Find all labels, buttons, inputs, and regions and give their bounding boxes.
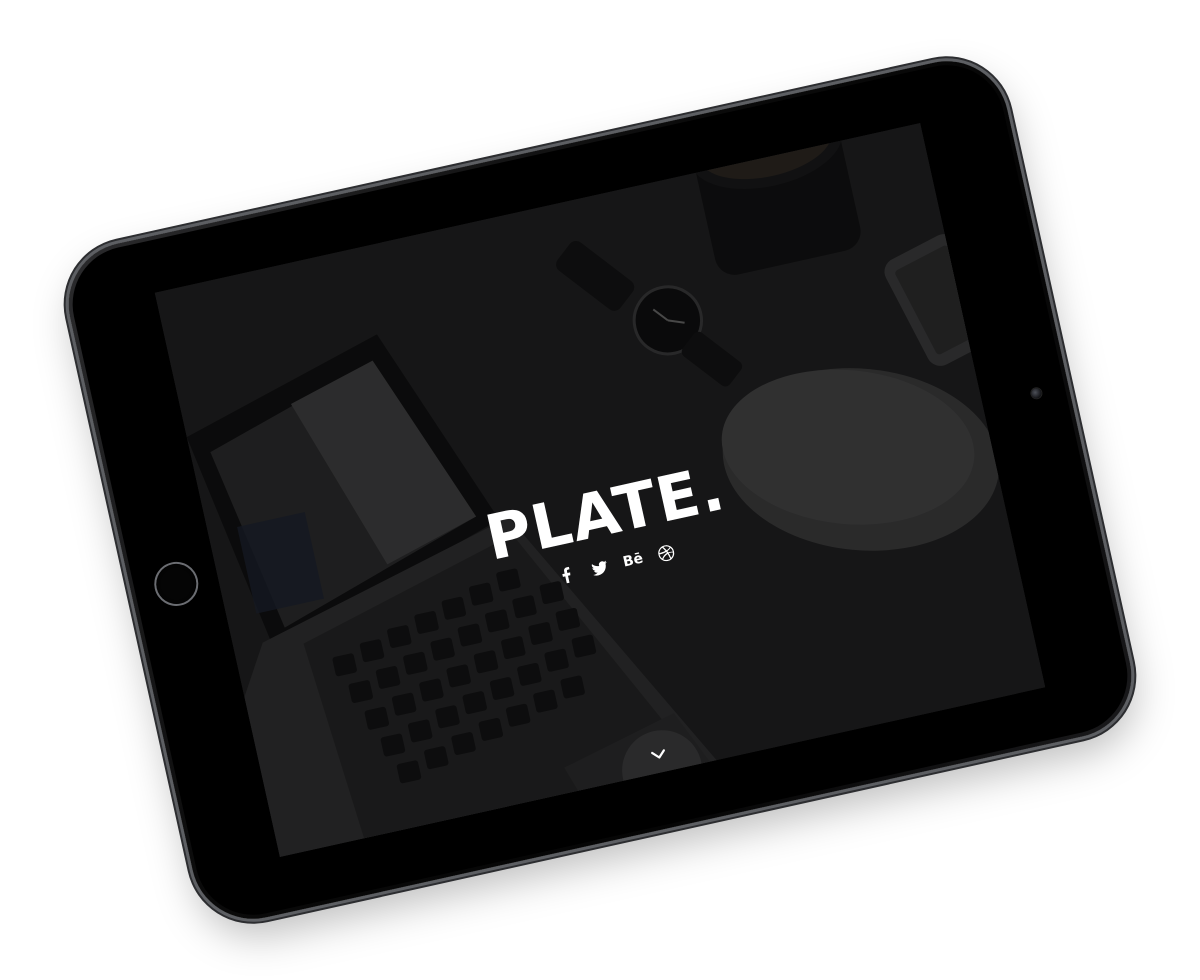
- twitter-link[interactable]: [589, 557, 610, 578]
- facebook-icon: [562, 566, 571, 584]
- stage: PLATE. Bē: [0, 0, 1200, 980]
- behance-link[interactable]: Bē: [621, 550, 645, 571]
- dribbble-link[interactable]: [656, 542, 677, 563]
- tablet-bezel: PLATE. Bē: [61, 54, 1139, 926]
- twitter-icon: [591, 560, 607, 576]
- dribbble-icon: [658, 545, 675, 562]
- home-button[interactable]: [152, 560, 201, 608]
- facebook-link[interactable]: [556, 565, 577, 586]
- behance-icon: Bē: [621, 550, 645, 571]
- camera-icon: [1030, 387, 1043, 400]
- tablet-screen: PLATE. Bē: [154, 123, 1046, 857]
- chevron-down-icon: [651, 749, 665, 759]
- tablet-device: PLATE. Bē: [56, 49, 1144, 931]
